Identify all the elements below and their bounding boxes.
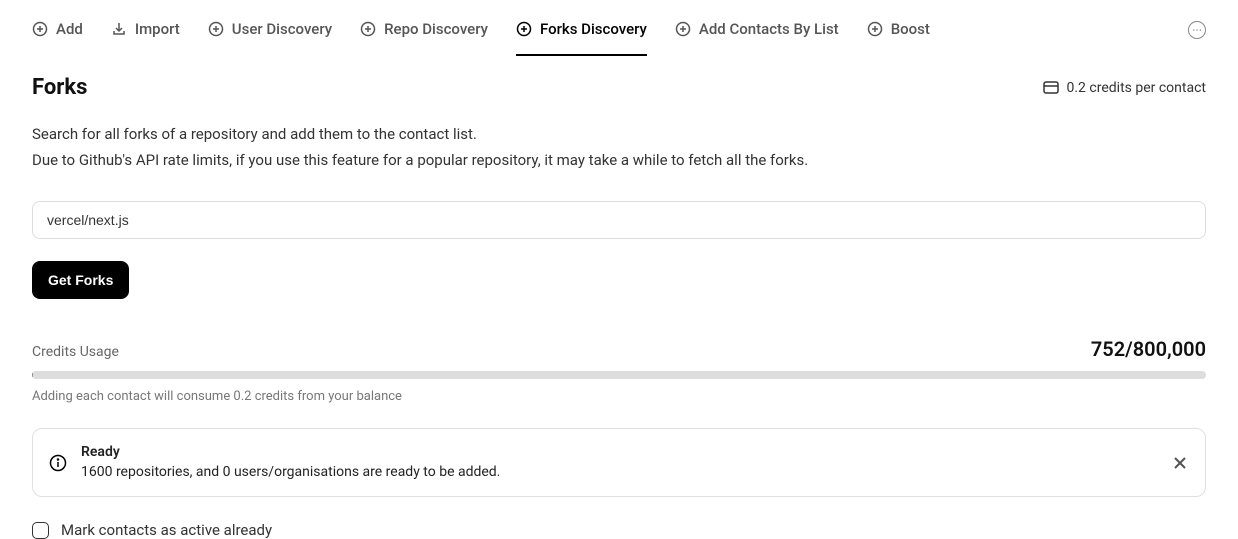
more-button[interactable] xyxy=(1188,21,1206,39)
description-line1: Search for all forks of a repository and… xyxy=(32,122,1206,148)
credits-per-contact-badge: 0.2 credits per contact xyxy=(1043,80,1207,96)
mark-active-label[interactable]: Mark contacts as active already xyxy=(61,521,272,539)
tab-import[interactable]: Import xyxy=(111,16,180,56)
tab-boost[interactable]: Boost xyxy=(867,16,930,56)
alert-content: Ready 1600 repositories, and 0 users/org… xyxy=(81,443,1157,482)
credits-label: Credits Usage xyxy=(32,344,119,360)
ellipsis-icon xyxy=(1192,28,1202,32)
plus-circle-icon xyxy=(516,21,532,37)
ready-alert: Ready 1600 repositories, and 0 users/org… xyxy=(32,428,1206,497)
tab-label: Boost xyxy=(891,20,930,38)
page-header: Forks 0.2 credits per contact xyxy=(32,75,1206,100)
tabs-bar: Add Import User Discovery Repo Discovery… xyxy=(32,0,1206,57)
tab-add-contacts-by-list[interactable]: Add Contacts By List xyxy=(675,16,839,56)
plus-circle-icon xyxy=(360,21,376,37)
card-icon xyxy=(1043,81,1059,94)
plus-circle-icon xyxy=(675,21,691,37)
plus-circle-icon xyxy=(32,21,48,37)
credits-section: Credits Usage 752/800,000 Adding each co… xyxy=(32,337,1206,404)
tab-label: User Discovery xyxy=(232,20,332,38)
tab-forks-discovery[interactable]: Forks Discovery xyxy=(516,16,647,56)
credits-progress-bar xyxy=(32,371,1206,379)
tab-label: Add Contacts By List xyxy=(699,20,839,38)
tab-add[interactable]: Add xyxy=(32,16,83,56)
tab-label: Import xyxy=(135,20,180,38)
tab-label: Forks Discovery xyxy=(540,20,647,38)
get-forks-button[interactable]: Get Forks xyxy=(32,261,129,299)
alert-message: 1600 repositories, and 0 users/organisat… xyxy=(81,464,500,480)
credits-per-contact-text: 0.2 credits per contact xyxy=(1067,80,1207,96)
credits-progress-fill xyxy=(32,371,33,379)
tab-label: Repo Discovery xyxy=(384,20,488,38)
description-line2: Due to Github's API rate limits, if you … xyxy=(32,148,1206,174)
alert-close-button[interactable] xyxy=(1171,454,1189,472)
info-icon xyxy=(49,454,67,472)
plus-circle-icon xyxy=(208,21,224,37)
tab-user-discovery[interactable]: User Discovery xyxy=(208,16,332,56)
plus-circle-icon xyxy=(867,21,883,37)
description: Search for all forks of a repository and… xyxy=(32,122,1206,173)
alert-title: Ready xyxy=(81,443,1157,463)
mark-active-checkbox[interactable] xyxy=(32,522,49,539)
mark-active-row: Mark contacts as active already xyxy=(32,521,1206,539)
tab-label: Add xyxy=(56,20,83,38)
credits-value: 752/800,000 xyxy=(1091,337,1206,361)
download-icon xyxy=(111,21,127,37)
close-icon xyxy=(1173,456,1187,470)
repo-input[interactable] xyxy=(32,201,1206,239)
credits-note: Adding each contact will consume 0.2 cre… xyxy=(32,389,1206,404)
page-title: Forks xyxy=(32,75,87,100)
tab-repo-discovery[interactable]: Repo Discovery xyxy=(360,16,488,56)
